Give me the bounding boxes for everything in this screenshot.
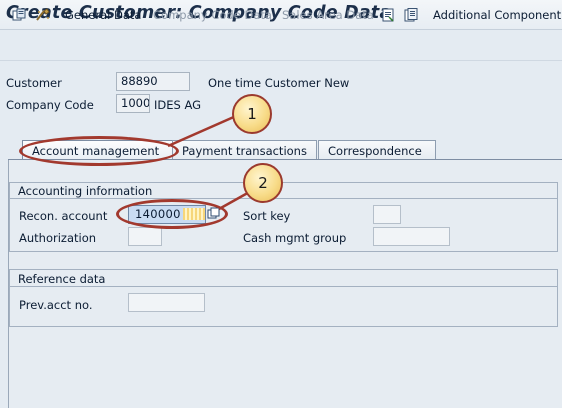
tab-label: Payment transactions [182, 144, 307, 158]
sales-area-data-button[interactable]: Sales Area Data [282, 8, 374, 22]
customer-description: One time Customer New [208, 76, 350, 90]
company-code-description: IDES AG [154, 98, 202, 112]
display-change-icon[interactable] [12, 8, 26, 22]
sort-key-label: Sort key [243, 209, 291, 223]
prev-acct-no-label: Prev.acct no. [19, 298, 93, 312]
tab-correspondence[interactable]: Correspondence [318, 140, 436, 160]
sort-key-field[interactable] [373, 205, 401, 224]
annotation-marker-1: 1 [232, 94, 272, 134]
annotation-ellipse-recon [116, 199, 228, 229]
document-icon[interactable] [381, 8, 395, 22]
tab-label: Correspondence [328, 144, 422, 158]
annotation-marker-2: 2 [243, 163, 283, 203]
authorization-label: Authorization [19, 231, 97, 245]
general-data-button[interactable]: General Data [65, 8, 141, 22]
company-code-data-button[interactable]: Company Code Data [153, 8, 272, 22]
group-title: Reference data [18, 272, 106, 286]
group-divider [10, 286, 557, 287]
recon-account-label: Recon. account [19, 209, 108, 223]
annotation-ellipse-tab [19, 136, 179, 166]
company-code-label: Company Code [6, 98, 94, 112]
cash-mgmt-group-label: Cash mgmt group [243, 231, 347, 245]
customer-field[interactable]: 88890 [116, 72, 190, 91]
group-divider [10, 198, 557, 199]
prev-acct-no-field[interactable] [128, 293, 205, 312]
company-code-field[interactable]: 1000 [116, 94, 150, 113]
additional-component-button[interactable]: Additional Component [433, 8, 561, 22]
group-title: Accounting information [18, 184, 153, 198]
tab-payment-transactions[interactable]: Payment transactions [172, 140, 317, 160]
other-customer-icon[interactable] [35, 8, 50, 22]
customer-label: Customer [6, 76, 62, 90]
authorization-field[interactable] [128, 227, 162, 246]
application-toolbar [0, 31, 562, 61]
documents-icon[interactable] [404, 8, 418, 22]
cash-mgmt-group-field[interactable] [373, 227, 450, 246]
